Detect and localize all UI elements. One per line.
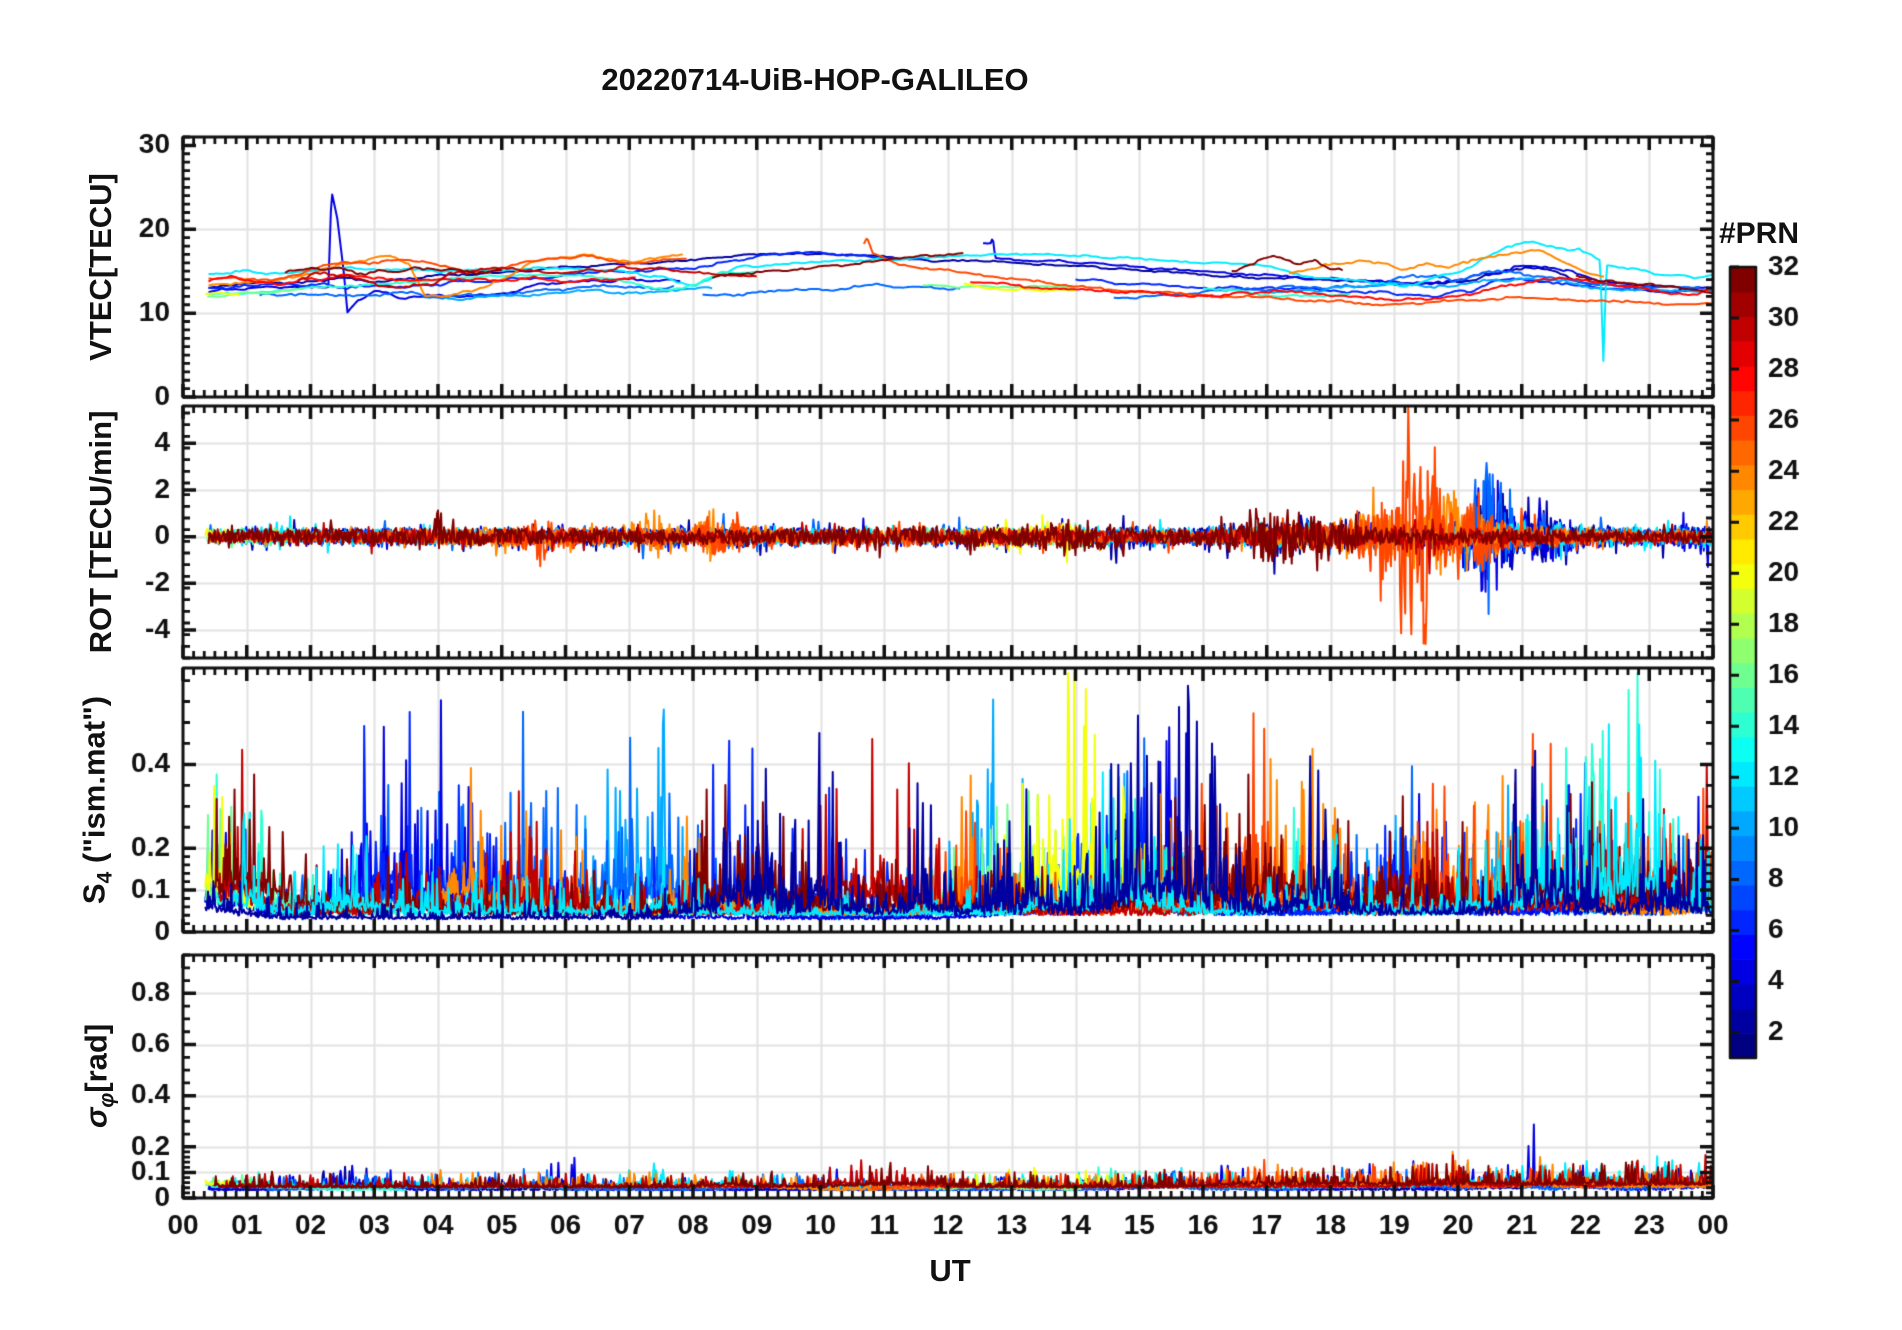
chart-canvas [0, 0, 1902, 1330]
y-axis-label-sigma: σφ[rad] [78, 1023, 119, 1129]
figure: 20220714-UiB-HOP-GALILEO UT #PRN VTEC[TE… [0, 0, 1902, 1330]
y-axis-label-rot: ROT [TECU/min] [83, 410, 118, 654]
y-axis-label-vtec: VTEC[TECU] [83, 173, 118, 361]
y-axis-label-s4: S4 ("ism.mat") [76, 695, 117, 905]
colorbar-title: #PRN [1718, 217, 1800, 250]
x-axis-title: UT [929, 1253, 971, 1288]
chart-title: 20220714-UiB-HOP-GALILEO [601, 62, 1029, 97]
